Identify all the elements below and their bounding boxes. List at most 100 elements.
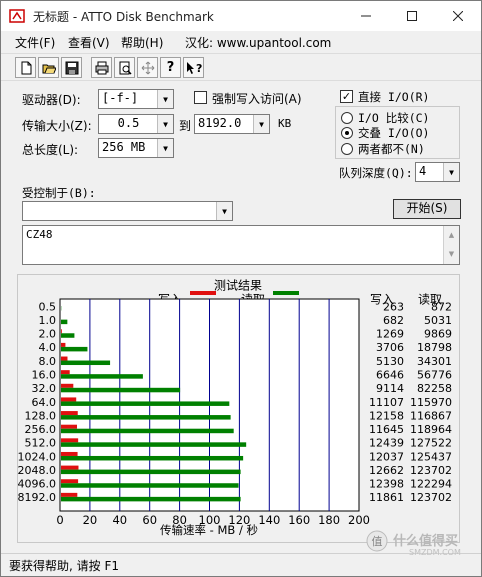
results-panel: 测试结果 写入 读取 写入 读取 0.52638721.068250312.01…	[17, 274, 460, 543]
total-length-value: 256 MB	[102, 140, 146, 154]
write-value: 9114	[376, 382, 404, 395]
category-label: 8192.0	[18, 491, 56, 504]
save-icon	[65, 61, 78, 74]
save-button[interactable]	[61, 57, 82, 78]
app-icon	[9, 9, 25, 23]
io-compare-label: I/O 比较(C)	[358, 111, 430, 125]
read-value: 118964	[410, 423, 452, 436]
context-help-button[interactable]: ?	[183, 57, 204, 78]
minimize-button[interactable]	[343, 1, 389, 31]
menu-help[interactable]: 帮助(H)	[121, 34, 163, 51]
read-bar	[61, 442, 247, 447]
x-tick-label: 160	[288, 513, 310, 527]
move-icon	[141, 61, 154, 74]
print-button[interactable]	[91, 57, 112, 78]
to-label: 到	[179, 119, 192, 133]
write-value: 12037	[369, 450, 404, 463]
start-button[interactable]: 开始(S)	[393, 199, 461, 219]
category-label: 4.0	[39, 341, 57, 354]
read-value: 56776	[417, 369, 452, 382]
read-value: 872	[431, 300, 452, 313]
new-icon	[21, 61, 31, 74]
chevron-down-icon: ▼	[157, 139, 173, 157]
open-icon	[42, 64, 56, 73]
force-write-checkbox[interactable]	[194, 91, 207, 104]
write-bar	[61, 465, 79, 470]
write-legend-swatch	[190, 291, 216, 295]
watermark-sub: SMZDM.COM	[409, 548, 461, 557]
write-value: 12158	[369, 409, 404, 422]
transfer-from-select[interactable]: 0.5 ▼	[98, 114, 174, 134]
write-value: 12662	[369, 464, 404, 477]
read-bar	[61, 455, 244, 461]
transfer-from-value: 0.5	[117, 116, 140, 130]
menu-file[interactable]: 文件(F)	[15, 34, 55, 51]
neither-label: 两者都不(N)	[358, 142, 425, 156]
print-preview-button[interactable]	[114, 57, 135, 78]
read-value: 116867	[410, 409, 452, 422]
menu-credits[interactable]: 汉化: www.upantool.com	[185, 34, 331, 51]
transfer-to-select[interactable]: 8192.0 ▼	[194, 114, 270, 134]
menu-view[interactable]: 查看(V)	[68, 34, 110, 51]
write-value: 12398	[369, 478, 404, 491]
drive-select[interactable]: [-f-] ▼	[98, 89, 174, 109]
read-value: 115970	[410, 396, 452, 409]
write-value: 263	[383, 300, 404, 313]
write-value: 6646	[376, 369, 404, 382]
scroll-down-icon[interactable]: ▼	[444, 245, 459, 264]
transfer-to-value: 8192.0	[198, 116, 242, 130]
read-value: 18798	[417, 341, 452, 354]
write-bar	[61, 451, 78, 456]
notes-textarea[interactable]: CZ48 ▲ ▼	[22, 225, 460, 265]
category-label: 512.0	[25, 437, 57, 450]
x-tick-label: 0	[56, 513, 63, 527]
x-tick-label: 60	[142, 513, 157, 527]
move-button[interactable]	[137, 57, 158, 78]
io-compare-radio[interactable]	[341, 112, 353, 124]
controlled-by-select[interactable]: ▼	[22, 201, 233, 221]
print-preview-icon	[119, 61, 132, 75]
queue-depth-label: 队列深度(Q):	[339, 166, 413, 180]
queue-depth-select[interactable]: 4 ▼	[415, 162, 460, 182]
write-value: 11645	[369, 423, 404, 436]
read-bar	[61, 346, 88, 352]
notes-text: CZ48	[26, 228, 53, 241]
neither-radio[interactable]	[341, 143, 353, 155]
new-button[interactable]	[15, 57, 36, 78]
overlap-io-label: 交叠 I/O(O)	[358, 126, 430, 140]
close-icon	[453, 11, 463, 21]
write-bar	[61, 424, 78, 429]
category-label: 2.0	[39, 328, 57, 341]
category-label: 0.5	[39, 300, 57, 313]
write-value: 3706	[376, 341, 404, 354]
category-label: 1024.0	[18, 450, 56, 463]
svg-text:?: ?	[196, 62, 202, 75]
notes-scrollbar[interactable]: ▲ ▼	[443, 226, 459, 264]
read-value: 34301	[417, 355, 452, 368]
chevron-down-icon: ▼	[157, 115, 173, 133]
category-label: 128.0	[25, 409, 57, 422]
write-value: 11107	[369, 396, 404, 409]
open-button[interactable]	[38, 57, 59, 78]
scroll-up-icon[interactable]: ▲	[444, 226, 459, 245]
app-window: 无标题 - ATTO Disk Benchmark 文件(F) 查看(V) 帮助…	[0, 0, 482, 577]
read-bar	[61, 469, 241, 475]
print-icon	[95, 61, 108, 74]
write-bar	[61, 479, 79, 484]
total-length-select[interactable]: 256 MB ▼	[98, 138, 174, 158]
read-bar	[61, 483, 239, 488]
help-button[interactable]: ?	[160, 57, 181, 78]
controlled-by-label: 受控制于(B):	[22, 186, 96, 200]
chevron-down-icon: ▼	[443, 163, 459, 181]
maximize-button[interactable]	[389, 1, 435, 31]
chevron-down-icon: ▼	[157, 90, 173, 108]
category-label: 1.0	[39, 314, 57, 327]
force-write-label: 强制写入访问(A)	[212, 92, 302, 106]
chevron-down-icon: ▼	[216, 202, 232, 220]
close-button[interactable]	[435, 1, 481, 31]
x-tick-label: 140	[258, 513, 280, 527]
write-bar	[61, 397, 77, 402]
overlap-io-radio[interactable]	[341, 127, 353, 139]
direct-io-checkbox[interactable]: ✓	[340, 90, 353, 103]
category-label: 32.0	[32, 382, 57, 395]
